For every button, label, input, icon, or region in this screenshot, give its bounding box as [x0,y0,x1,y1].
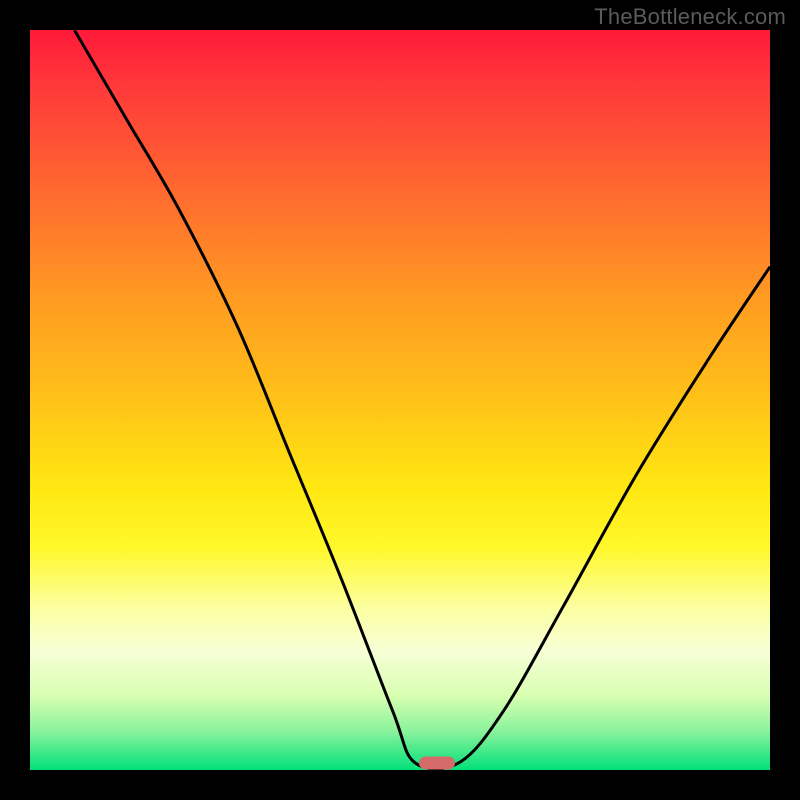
chart-container: TheBottleneck.com [0,0,800,800]
watermark-text: TheBottleneck.com [594,4,786,30]
bottleneck-curve-path [74,30,770,769]
bottleneck-curve-svg [30,30,770,770]
plot-area [30,30,770,770]
optimal-point-marker [419,756,455,769]
